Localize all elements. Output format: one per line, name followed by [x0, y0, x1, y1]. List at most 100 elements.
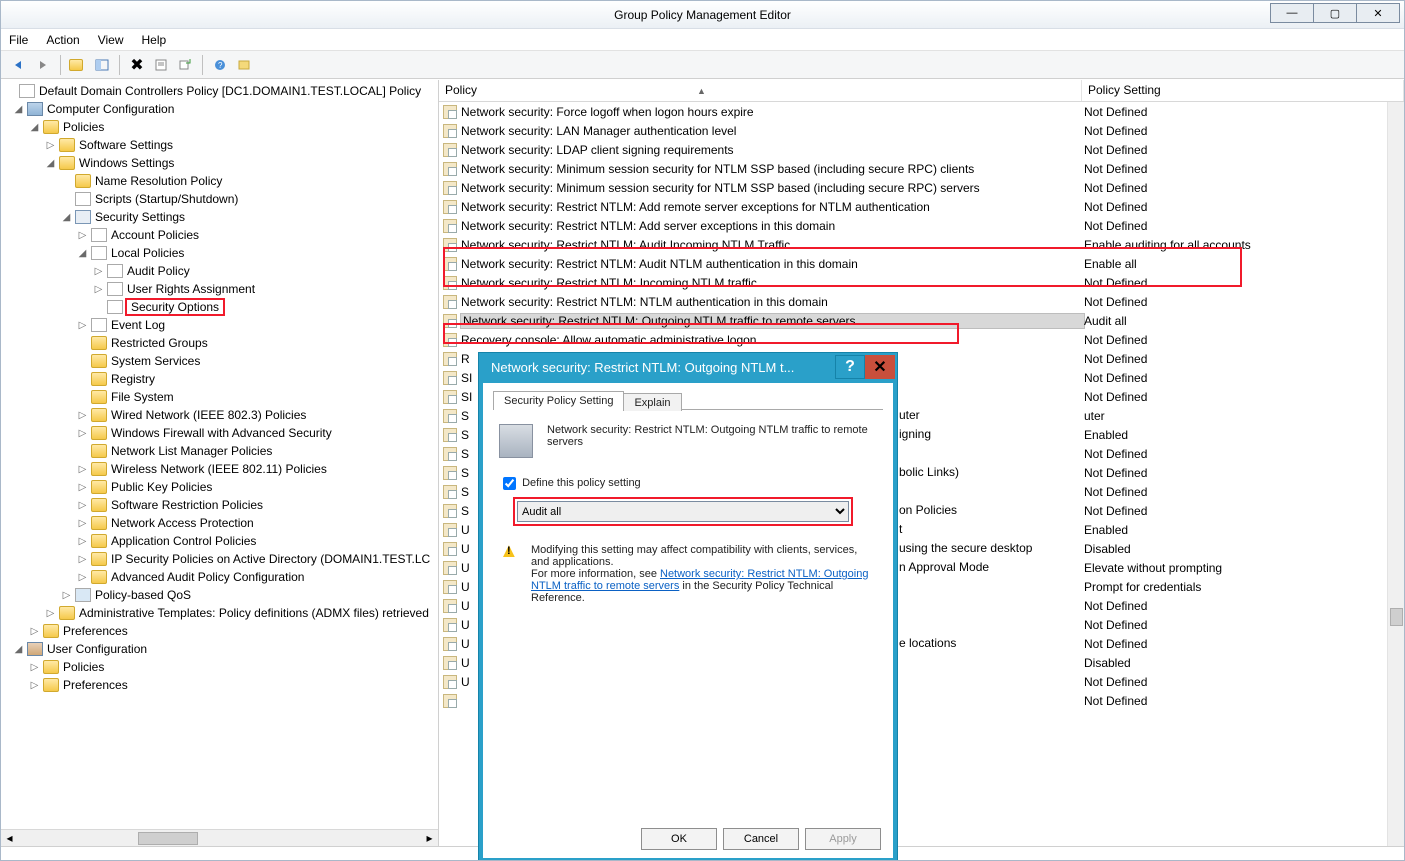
policy-setting-cell: Not Defined — [1084, 124, 1404, 138]
minimize-button[interactable]: — — [1270, 3, 1314, 23]
tree-root[interactable]: Default Domain Controllers Policy [DC1.D… — [39, 84, 421, 98]
tree-advaudit[interactable]: Advanced Audit Policy Configuration — [111, 570, 304, 584]
policy-row[interactable]: Network security: Restrict NTLM: Incomin… — [439, 273, 1404, 292]
policy-row[interactable]: Network security: Minimum session securi… — [439, 159, 1404, 178]
tree-uprefs[interactable]: Preferences — [63, 678, 128, 692]
folder-icon — [91, 552, 107, 566]
tree-rights[interactable]: User Rights Assignment — [127, 282, 255, 296]
tree-account[interactable]: Account Policies — [111, 228, 199, 242]
policy-row[interactable]: Network security: Minimum session securi… — [439, 178, 1404, 197]
tree-prefs[interactable]: Preferences — [63, 624, 128, 638]
toolbar: ✖ ? — [1, 51, 1404, 79]
policy-row[interactable]: Network security: Restrict NTLM: NTLM au… — [439, 292, 1404, 311]
define-policy-checkbox-label[interactable]: Define this policy setting — [499, 477, 641, 489]
help-icon[interactable]: ? — [210, 55, 230, 75]
tree-firewall[interactable]: Windows Firewall with Advanced Security — [111, 426, 332, 440]
back-icon[interactable] — [9, 55, 29, 75]
policy-item-icon — [443, 333, 457, 347]
folder-icon — [91, 354, 107, 368]
tree-appctrl[interactable]: Application Control Policies — [111, 534, 256, 548]
tree-computer-config[interactable]: Computer Configuration — [47, 102, 174, 116]
tree-audit[interactable]: Audit Policy — [127, 264, 190, 278]
tree-ipsec[interactable]: IP Security Policies on Active Directory… — [111, 552, 430, 566]
tab-security-setting[interactable]: Security Policy Setting — [493, 391, 624, 410]
policy-row[interactable]: Network security: Restrict NTLM: Add ser… — [439, 216, 1404, 235]
policy-name-cell: Network security: Minimum session securi… — [461, 162, 1084, 176]
policy-row[interactable]: Recovery console: Allow automatic admini… — [439, 330, 1404, 349]
tree-hscroll[interactable]: ◂ ▸ — [1, 829, 438, 846]
tab-explain[interactable]: Explain — [623, 393, 681, 411]
policy-row[interactable]: Network security: Restrict NTLM: Add rem… — [439, 197, 1404, 216]
properties-icon[interactable] — [151, 55, 171, 75]
policy-value-select[interactable]: Audit all — [517, 501, 849, 522]
tree-userconf[interactable]: User Configuration — [47, 642, 147, 656]
tree-wired[interactable]: Wired Network (IEEE 802.3) Policies — [111, 408, 306, 422]
menu-view[interactable]: View — [98, 33, 124, 47]
dialog-title: Network security: Restrict NTLM: Outgoin… — [481, 355, 804, 380]
delete-icon[interactable]: ✖ — [127, 55, 147, 75]
policy-item-icon — [443, 219, 457, 233]
policy-item-icon — [443, 580, 457, 594]
tree-policies[interactable]: Policies — [63, 120, 104, 134]
menu-action[interactable]: Action — [46, 33, 79, 47]
tree-pane: Default Domain Controllers Policy [DC1.D… — [1, 80, 439, 846]
tree-nap[interactable]: Network Access Protection — [111, 516, 254, 530]
tree-security[interactable]: Security Settings — [95, 210, 185, 224]
maximize-button[interactable]: ▢ — [1313, 3, 1357, 23]
cancel-button[interactable]: Cancel — [723, 828, 799, 850]
filter-icon[interactable] — [234, 55, 254, 75]
tree-wireless[interactable]: Wireless Network (IEEE 802.11) Policies — [111, 462, 327, 476]
folder-icon — [43, 660, 59, 674]
policy-row[interactable]: Network security: Restrict NTLM: Audit N… — [439, 254, 1404, 273]
policy-row[interactable]: Network security: Restrict NTLM: Audit I… — [439, 235, 1404, 254]
close-button[interactable]: ✕ — [1356, 3, 1400, 23]
list-vscroll[interactable] — [1387, 102, 1404, 846]
policy-setting-cell: Not Defined — [1084, 143, 1404, 157]
policy-setting-cell: Not Defined — [1084, 618, 1404, 632]
define-policy-checkbox[interactable] — [503, 477, 516, 490]
tree-pubkey[interactable]: Public Key Policies — [111, 480, 212, 494]
truncated-policy-fragment: n Approval Mode — [899, 560, 989, 574]
menu-help[interactable]: Help — [142, 33, 167, 47]
policy-item-icon — [443, 181, 457, 195]
tree-eventlog[interactable]: Event Log — [111, 318, 165, 332]
tree-qos[interactable]: Policy-based QoS — [95, 588, 191, 602]
tree-secopts[interactable]: Security Options — [125, 298, 225, 316]
col-policy[interactable]: Policy▲ — [439, 80, 1082, 101]
policy-row[interactable]: Network security: LAN Manager authentica… — [439, 121, 1404, 140]
forward-icon[interactable] — [33, 55, 53, 75]
show-hide-tree-icon[interactable] — [92, 55, 112, 75]
export-icon[interactable] — [175, 55, 195, 75]
col-setting[interactable]: Policy Setting — [1082, 80, 1404, 101]
tree-scripts[interactable]: Scripts (Startup/Shutdown) — [95, 192, 238, 206]
apply-button[interactable]: Apply — [805, 828, 881, 850]
policy-item-icon — [443, 504, 457, 518]
policy-item-icon — [443, 105, 457, 119]
up-folder-icon[interactable] — [68, 55, 88, 75]
policy-row[interactable]: Network security: Force logoff when logo… — [439, 102, 1404, 121]
tree-software[interactable]: Software Settings — [79, 138, 173, 152]
folder-icon — [59, 138, 75, 152]
tree-local[interactable]: Local Policies — [111, 246, 184, 260]
dialog-help-button[interactable]: ? — [835, 355, 865, 379]
tree-restricted[interactable]: Restricted Groups — [111, 336, 208, 350]
policy-row[interactable]: Network security: LDAP client signing re… — [439, 140, 1404, 159]
tree-registry[interactable]: Registry — [111, 372, 155, 386]
policy-row[interactable]: Network security: Restrict NTLM: Outgoin… — [439, 311, 1404, 330]
tree-windows[interactable]: Windows Settings — [79, 156, 174, 170]
tree-upolicies[interactable]: Policies — [63, 660, 104, 674]
ok-button[interactable]: OK — [641, 828, 717, 850]
tree-nameres[interactable]: Name Resolution Policy — [95, 174, 222, 188]
tree-srp[interactable]: Software Restriction Policies — [111, 498, 263, 512]
tree-sysserv[interactable]: System Services — [111, 354, 200, 368]
tree-fs[interactable]: File System — [111, 390, 174, 404]
svg-text:?: ? — [218, 61, 223, 70]
policy-name-cell: Network security: Force logoff when logo… — [461, 105, 1084, 119]
tree-nlm[interactable]: Network List Manager Policies — [111, 444, 272, 458]
folder-icon — [43, 678, 59, 692]
truncated-policy-fragment: on Policies — [899, 503, 957, 517]
dialog-close-button[interactable]: ✕ — [865, 355, 895, 379]
menu-file[interactable]: File — [9, 33, 28, 47]
tree-admx[interactable]: Administrative Templates: Policy definit… — [79, 606, 429, 620]
folder-icon — [91, 426, 107, 440]
